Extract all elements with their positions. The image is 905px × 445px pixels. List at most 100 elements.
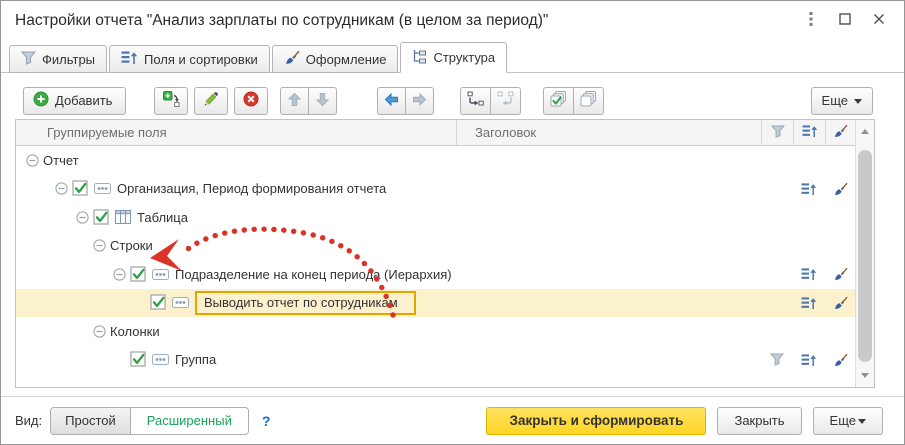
tab-structure[interactable]: Структура xyxy=(400,42,508,73)
tree-cell: Строки xyxy=(16,238,457,253)
appearance-cell[interactable] xyxy=(825,346,855,375)
close-form-button[interactable]: Закрыть xyxy=(717,406,802,435)
tree-label[interactable]: Колонки xyxy=(110,324,160,339)
fields-sort-cell[interactable] xyxy=(793,346,825,375)
expander-icon[interactable] xyxy=(26,154,39,167)
tree-row[interactable]: Организация, Период формирования отчета xyxy=(16,175,855,204)
maximize-icon xyxy=(839,12,851,30)
toolbar-more-label: Еще xyxy=(821,93,848,108)
tree-row[interactable]: Группа xyxy=(16,346,855,375)
funnel-icon xyxy=(20,51,37,68)
fields-badge-icon xyxy=(152,354,169,366)
grouping-group xyxy=(460,86,522,115)
edit-button[interactable] xyxy=(194,86,229,115)
edit-button-group xyxy=(154,86,269,115)
maximize-button[interactable] xyxy=(828,8,862,34)
fields-sort-cell[interactable] xyxy=(793,289,825,318)
close-and-generate-button[interactable]: Закрыть и сформировать xyxy=(486,406,707,435)
add-button[interactable]: Добавить xyxy=(23,86,127,115)
tree-label[interactable]: Организация, Период формирования отчета xyxy=(117,181,386,196)
column-header-title: Заголовок xyxy=(475,125,537,140)
check-all-button[interactable] xyxy=(543,86,575,115)
scrollbar-thumb[interactable] xyxy=(858,150,872,362)
scroll-up-icon[interactable] xyxy=(861,125,869,134)
uncheck-all-button[interactable] xyxy=(573,86,605,115)
tree-row[interactable]: Выводить отчет по сотрудникам xyxy=(16,288,855,318)
footer-more-button[interactable]: Еще xyxy=(812,406,883,435)
tree-label[interactable]: Строки xyxy=(110,238,153,253)
report-settings-window: Настройки отчета "Анализ зарплаты по сот… xyxy=(0,0,905,445)
tree-row[interactable]: Таблица xyxy=(16,203,855,232)
expander-icon[interactable] xyxy=(76,211,89,224)
structure-icon xyxy=(412,49,427,67)
move-vertical-group xyxy=(280,86,338,115)
toolbar: Добавить Еще xyxy=(1,73,904,119)
appearance-cell xyxy=(825,232,855,261)
ungroup-icon xyxy=(497,91,514,110)
checkbox[interactable] xyxy=(72,180,89,197)
checkbox[interactable] xyxy=(150,294,167,311)
window-menu-button[interactable] xyxy=(794,8,828,34)
vertical-scrollbar[interactable] xyxy=(855,120,874,387)
tab-filters[interactable]: Фильтры xyxy=(9,45,108,73)
expander-icon[interactable] xyxy=(55,182,68,195)
appearance-cell[interactable] xyxy=(825,260,855,289)
expander-icon[interactable] xyxy=(93,325,106,338)
ungroup-button[interactable] xyxy=(490,86,522,115)
filter-cell xyxy=(761,260,793,289)
group-icon xyxy=(467,91,485,110)
tab-fields-and-sorting[interactable]: Поля и сортировки xyxy=(109,45,270,73)
filter-cell xyxy=(761,346,793,375)
tree-row[interactable]: Подразделение на конец периода (Иерархия… xyxy=(16,260,855,289)
scroll-down-icon[interactable] xyxy=(861,373,869,382)
group-button[interactable] xyxy=(460,86,492,115)
toolbar-more-button[interactable]: Еще xyxy=(810,86,873,115)
fields-sort-cell[interactable] xyxy=(793,175,825,204)
add-group-button[interactable] xyxy=(154,86,189,115)
expander-icon[interactable] xyxy=(93,239,106,252)
view-mode-switch: Простой Расширенный xyxy=(50,406,249,435)
kebab-icon xyxy=(809,11,813,32)
fields-sort-cell xyxy=(793,146,825,175)
move-up-button[interactable] xyxy=(280,86,310,115)
brush-icon xyxy=(833,124,848,141)
tab-appearance[interactable]: Оформление xyxy=(271,45,399,73)
tree-label[interactable]: Таблица xyxy=(137,210,188,225)
view-mode-label: Вид: xyxy=(15,413,43,428)
tree-label[interactable]: Подразделение на конец периода (Иерархия… xyxy=(175,267,452,282)
window-controls xyxy=(794,8,896,34)
move-right-button[interactable] xyxy=(405,86,435,115)
arrow-left-icon xyxy=(384,92,399,110)
view-mode-simple-button[interactable]: Простой xyxy=(51,407,130,434)
appearance-cell[interactable] xyxy=(825,289,855,318)
delete-button[interactable] xyxy=(234,86,269,115)
column-header-filter xyxy=(761,120,793,145)
filter-cell xyxy=(761,232,793,261)
help-link[interactable]: ? xyxy=(262,413,271,429)
window-title: Настройки отчета "Анализ зарплаты по сот… xyxy=(15,12,549,29)
table-icon xyxy=(115,210,131,225)
checkbox[interactable] xyxy=(93,209,110,226)
checkbox[interactable] xyxy=(130,351,147,368)
tree-row[interactable]: Отчет xyxy=(16,146,855,175)
tree-label[interactable]: Отчет xyxy=(43,153,79,168)
fields-badge-icon xyxy=(94,183,111,195)
chevron-down-icon xyxy=(854,98,862,108)
fields-sort-icon xyxy=(121,50,138,68)
appearance-cell[interactable] xyxy=(825,175,855,204)
expander-icon[interactable] xyxy=(113,268,126,281)
checkbox[interactable] xyxy=(130,266,147,283)
tree-label[interactable]: Выводить отчет по сотрудникам xyxy=(195,290,416,315)
tree-row[interactable]: Колонки xyxy=(16,317,855,346)
view-mode-advanced-button[interactable]: Расширенный xyxy=(129,407,248,434)
move-down-button[interactable] xyxy=(308,86,338,115)
move-left-button[interactable] xyxy=(377,86,407,115)
tree-row[interactable]: Строки xyxy=(16,232,855,261)
tree-label[interactable]: Группа xyxy=(175,352,216,367)
fields-sort-cell[interactable] xyxy=(793,260,825,289)
close-button[interactable] xyxy=(862,8,896,34)
